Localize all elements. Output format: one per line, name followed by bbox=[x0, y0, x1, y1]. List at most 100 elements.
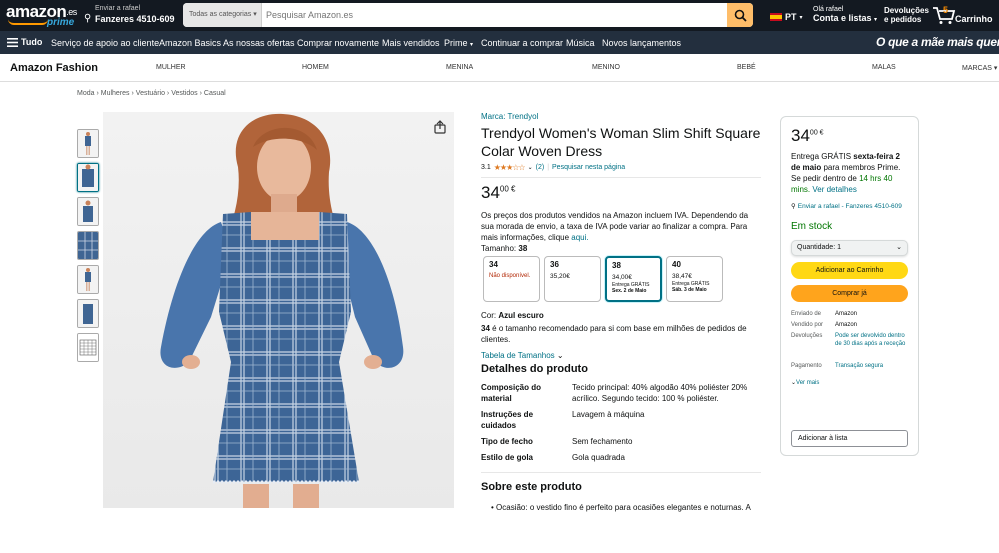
see-more-link[interactable]: ⌄Ver mais bbox=[791, 379, 911, 387]
nav-item-music[interactable]: Música bbox=[566, 38, 595, 48]
nav-item-basics[interactable]: Amazon Basics bbox=[159, 38, 221, 48]
fashion-cat-bags[interactable]: MALAS bbox=[872, 64, 896, 71]
fashion-cat-brands[interactable]: MARCAS ▾ bbox=[962, 64, 997, 72]
logo-prime: prime bbox=[47, 17, 75, 28]
thumbnail[interactable] bbox=[77, 163, 99, 192]
detail-key: Instruções de cuidados bbox=[481, 410, 534, 430]
account-menu[interactable]: Olá rafael Conta e listas ▾ bbox=[813, 6, 877, 23]
returns-link[interactable]: Pode ser devolvido dentro de 30 dias apó… bbox=[835, 332, 907, 348]
size-delivery-date: Sáb. 3 de Maio bbox=[672, 287, 707, 293]
payment-link[interactable]: Transação segura bbox=[835, 362, 907, 370]
nav-item-support[interactable]: Serviço de apoio ao cliente bbox=[51, 38, 159, 48]
size-rec-bold: 34 bbox=[481, 324, 490, 333]
size-chart-thumbnail[interactable] bbox=[77, 333, 99, 362]
fashion-cat-girls[interactable]: MENINA bbox=[446, 64, 473, 71]
thumbnail[interactable] bbox=[77, 129, 99, 158]
size-price: 34,00€ bbox=[612, 274, 632, 281]
brand-link[interactable]: Marca: Trendyol bbox=[481, 112, 761, 121]
thumbnail[interactable] bbox=[77, 299, 99, 328]
nav-item-deals[interactable]: As nossas ofertas bbox=[223, 38, 295, 48]
nav-item-buy-again[interactable]: Comprar novamente bbox=[297, 38, 379, 48]
delivery-details-link[interactable]: Ver detalhes bbox=[812, 185, 856, 194]
logo-tld: .es bbox=[66, 7, 77, 17]
language-selector[interactable]: PT ▾ bbox=[770, 12, 803, 22]
nav-item-best-sellers[interactable]: Mais vendidos bbox=[382, 38, 440, 48]
size-name: 40 bbox=[672, 260, 681, 269]
fashion-cat-boys[interactable]: MENINO bbox=[592, 64, 620, 71]
table-row: Tipo de fecho Sem fechamento bbox=[481, 436, 761, 452]
size-status: Não disponível. bbox=[489, 273, 531, 279]
amazon-logo[interactable]: amazon.es prime bbox=[6, 3, 77, 28]
fashion-cat-women[interactable]: MULHER bbox=[156, 64, 186, 71]
fashion-cat-men[interactable]: HOMEM bbox=[302, 64, 329, 71]
size-price: 38,47€ bbox=[672, 273, 692, 280]
vat-link[interactable]: aqui. bbox=[571, 233, 588, 242]
size-option[interactable]: 36 35,20€ bbox=[544, 256, 601, 302]
info-key: Pagamento bbox=[791, 363, 822, 369]
cart-button[interactable]: 5 Carrinho bbox=[932, 5, 993, 30]
size-delivery-date: Sex. 2 de Maio bbox=[612, 288, 647, 294]
fashion-cat-baby[interactable]: BEBÉ bbox=[737, 64, 756, 71]
search-this-page-link[interactable]: Pesquisar nesta página bbox=[552, 164, 625, 171]
product-main-image[interactable] bbox=[103, 112, 454, 508]
fashion-brand[interactable]: Amazon Fashion bbox=[10, 62, 98, 74]
buybox-price-fraction: 00 € bbox=[809, 129, 824, 137]
product-info: Marca: Trendyol Trendyol Women's Woman S… bbox=[481, 112, 761, 468]
detail-key: Composição do material bbox=[481, 383, 542, 403]
nav-item-continue[interactable]: Continuar a comprar bbox=[481, 38, 563, 48]
vat-notice: Os preços dos produtos vendidos na Amazo… bbox=[481, 210, 761, 243]
details-heading: Detalhes do produto bbox=[481, 363, 588, 375]
buybox-price: 3400 € bbox=[791, 126, 908, 146]
quantity-select[interactable]: Quantidade: 1 ⌄ bbox=[791, 240, 908, 256]
add-to-list-button[interactable]: Adicionar à lista bbox=[791, 430, 908, 447]
hamburger-icon bbox=[7, 37, 18, 47]
color-value: Azul escuro bbox=[498, 311, 544, 320]
thumbnail[interactable] bbox=[77, 231, 99, 260]
share-button[interactable] bbox=[433, 120, 447, 134]
rating-stars-icon[interactable]: ★★★☆☆ bbox=[494, 163, 526, 172]
chevron-down-icon: ▾ bbox=[470, 42, 474, 48]
breadcrumb-item[interactable]: Casual bbox=[204, 90, 226, 97]
size-option[interactable]: 40 38,47€ Entrega GRÁTIS Sáb. 3 de Maio bbox=[666, 256, 723, 302]
thumbnail[interactable] bbox=[77, 197, 99, 226]
breadcrumb-item[interactable]: Vestuário bbox=[136, 90, 165, 97]
size-option-selected[interactable]: 38 34,00€ Entrega GRÁTIS Sex. 2 de Maio bbox=[605, 256, 662, 302]
cart-count: 5 bbox=[943, 5, 949, 15]
breadcrumb-item[interactable]: Moda bbox=[77, 90, 95, 97]
search-button[interactable] bbox=[727, 3, 753, 27]
fashion-subnav: Amazon Fashion MULHER HOMEM MENINA MENIN… bbox=[0, 54, 999, 82]
quantity-label: Quantidade: 1 bbox=[797, 244, 841, 251]
search-category-select[interactable]: Todas as categorias ▾ bbox=[183, 3, 262, 27]
rating-count[interactable]: (2) bbox=[536, 164, 545, 171]
info-key: Enviado de bbox=[791, 311, 822, 317]
details-table: Composição do material Tecido principal:… bbox=[481, 382, 761, 468]
product-title: Trendyol Women's Woman Slim Shift Square… bbox=[481, 125, 761, 159]
size-name: 34 bbox=[489, 260, 498, 269]
detail-key: Estilo de gola bbox=[481, 453, 534, 462]
dress-model-image bbox=[103, 112, 454, 508]
account-greeting: Olá rafael bbox=[813, 6, 844, 13]
breadcrumb-item[interactable]: Mulheres bbox=[101, 90, 130, 97]
deliver-line2: Fanzeres 4510-609 bbox=[95, 14, 175, 24]
chevron-down-icon: ⌄ bbox=[556, 351, 564, 360]
deliver-to-text: Enviar a rafael - Fanzeres 4510-609 bbox=[797, 203, 902, 210]
add-to-cart-button[interactable]: Adicionar ao Carrinho bbox=[791, 262, 908, 279]
chevron-down-icon[interactable]: ⌄ bbox=[528, 164, 533, 171]
returns-orders[interactable]: Devoluções e pedidos bbox=[884, 6, 929, 24]
nav-item-prime[interactable]: Prime ▾ bbox=[444, 38, 473, 48]
size-chart-link[interactable]: Tabela de Tamanhos ⌄ bbox=[481, 351, 761, 360]
nav-item-new-releases[interactable]: Novos lançamentos bbox=[602, 38, 681, 48]
nav-promo[interactable]: O que a mãe mais quer bbox=[876, 35, 999, 49]
nav-bar: Tudo Serviço de apoio ao cliente Amazon … bbox=[0, 31, 999, 54]
see-more-label: Ver mais bbox=[796, 380, 820, 386]
search-icon bbox=[734, 9, 747, 22]
search-input[interactable] bbox=[266, 3, 706, 27]
chevron-down-icon: ▾ bbox=[874, 17, 878, 23]
all-menu-button[interactable]: Tudo bbox=[7, 37, 42, 47]
buy-now-button[interactable]: Comprar já bbox=[791, 285, 908, 302]
size-option[interactable]: 34 Não disponível. bbox=[483, 256, 540, 302]
thumbnail[interactable] bbox=[77, 265, 99, 294]
deliver-to-link[interactable]: ⚲ Enviar a rafael - Fanzeres 4510-609 bbox=[791, 202, 908, 211]
breadcrumb-item[interactable]: Vestidos bbox=[171, 90, 197, 97]
info-value: Amazon bbox=[835, 322, 858, 328]
